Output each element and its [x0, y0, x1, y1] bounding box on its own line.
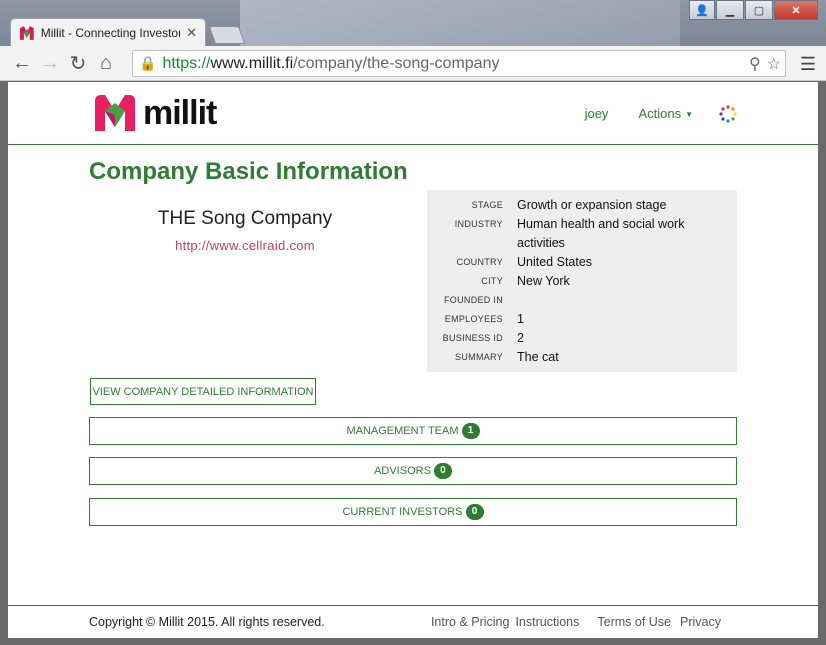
- footer-link-privacy[interactable]: Privacy: [680, 615, 721, 629]
- site-header: millit joey Actions ▼: [8, 82, 818, 145]
- current-investors-button[interactable]: CURRENT INVESTORS 0: [89, 498, 737, 526]
- info-row-employees: EMPLOYEES 1: [444, 312, 524, 326]
- browser-menu-icon[interactable]: ☰: [800, 54, 816, 75]
- address-bar[interactable]: 🔒 https://www.millit.fi/company/the-song…: [132, 50, 786, 77]
- page-title: Company Basic Information: [89, 158, 408, 185]
- user-profile-icon[interactable]: 👤: [689, 0, 715, 20]
- company-name: THE Song Company: [157, 208, 333, 229]
- actions-dropdown[interactable]: Actions ▼: [638, 106, 693, 121]
- advisors-count-badge: 0: [433, 463, 452, 479]
- view-detailed-info-button[interactable]: VIEW COMPANY DETAILED INFORMATION: [90, 378, 316, 405]
- new-tab-button[interactable]: [208, 26, 246, 44]
- caret-down-icon: ▼: [685, 110, 693, 120]
- window-controls: 👤 ▁ ▢ ✕: [688, 0, 818, 20]
- close-window-icon[interactable]: ✕: [774, 0, 818, 20]
- search-icon[interactable]: ⚲: [749, 54, 761, 74]
- info-row-city: CITY New York: [481, 274, 570, 288]
- footer-link-instructions[interactable]: Instructions: [515, 615, 579, 629]
- loading-spinner-icon: [719, 104, 737, 123]
- management-count-badge: 1: [461, 423, 480, 439]
- info-row-stage: STAGE Growth or expansion stage: [471, 198, 667, 212]
- star-bookmark-icon[interactable]: ☆: [767, 54, 781, 74]
- info-row-summary: SUMMARY The cat: [455, 350, 559, 364]
- tab-title: Millit - Connecting Investors: [40, 25, 181, 40]
- browser-tab[interactable]: Millit - Connecting Investors ✕: [10, 18, 206, 46]
- minimize-icon[interactable]: ▁: [716, 0, 744, 20]
- forward-arrow-icon[interactable]: →: [36, 49, 64, 77]
- company-website-link[interactable]: http://www.cellraid.com: [89, 238, 401, 253]
- browser-titlebar: Millit - Connecting Investors ✕ 👤 ▁ ▢ ✕: [0, 0, 826, 46]
- investors-count-badge: 0: [465, 504, 484, 520]
- tab-close-icon[interactable]: ✕: [186, 25, 197, 41]
- footer-link-intro-pricing[interactable]: Intro & Pricing: [431, 615, 510, 629]
- info-row-business-id: BUSINESS ID 2: [442, 331, 524, 345]
- site-footer: Copyright © Millit 2015. All rights rese…: [8, 605, 818, 638]
- maximize-icon[interactable]: ▢: [745, 0, 773, 20]
- info-row-country: COUNTRY United States: [456, 255, 593, 269]
- home-icon[interactable]: ⌂: [92, 49, 120, 77]
- header-nav: joey Actions ▼: [585, 82, 818, 145]
- logo-text: millit: [143, 93, 217, 132]
- user-menu-link[interactable]: joey: [585, 106, 609, 121]
- info-row-industry: INDUSTRY Human health and social work ac…: [454, 217, 685, 250]
- advisors-button[interactable]: ADVISORS 0: [89, 457, 737, 485]
- management-team-button[interactable]: MANAGEMENT TEAM 1: [89, 417, 737, 445]
- millit-logo-icon: [95, 95, 135, 131]
- back-arrow-icon[interactable]: ←: [8, 49, 36, 77]
- reload-icon[interactable]: ↻: [64, 49, 92, 77]
- copyright-text: Copyright © Millit 2015. All rights rese…: [89, 615, 325, 629]
- millit-favicon-icon: [19, 25, 34, 40]
- browser-toolbar: ← → ↻ ⌂ 🔒 https://www.millit.fi/company/…: [0, 46, 826, 81]
- site-logo[interactable]: millit: [93, 91, 217, 135]
- footer-links: Intro & Pricing Instructions Terms of Us…: [431, 615, 721, 629]
- info-row-founded: FOUNDED IN: [444, 295, 503, 305]
- page-viewport: millit joey Actions ▼ Company Basic Infor…: [8, 82, 818, 638]
- company-info-panel: STAGE Growth or expansion stage INDUSTRY…: [427, 190, 737, 372]
- footer-link-terms[interactable]: Terms of Use: [597, 615, 671, 629]
- lock-icon: 🔒: [139, 55, 157, 71]
